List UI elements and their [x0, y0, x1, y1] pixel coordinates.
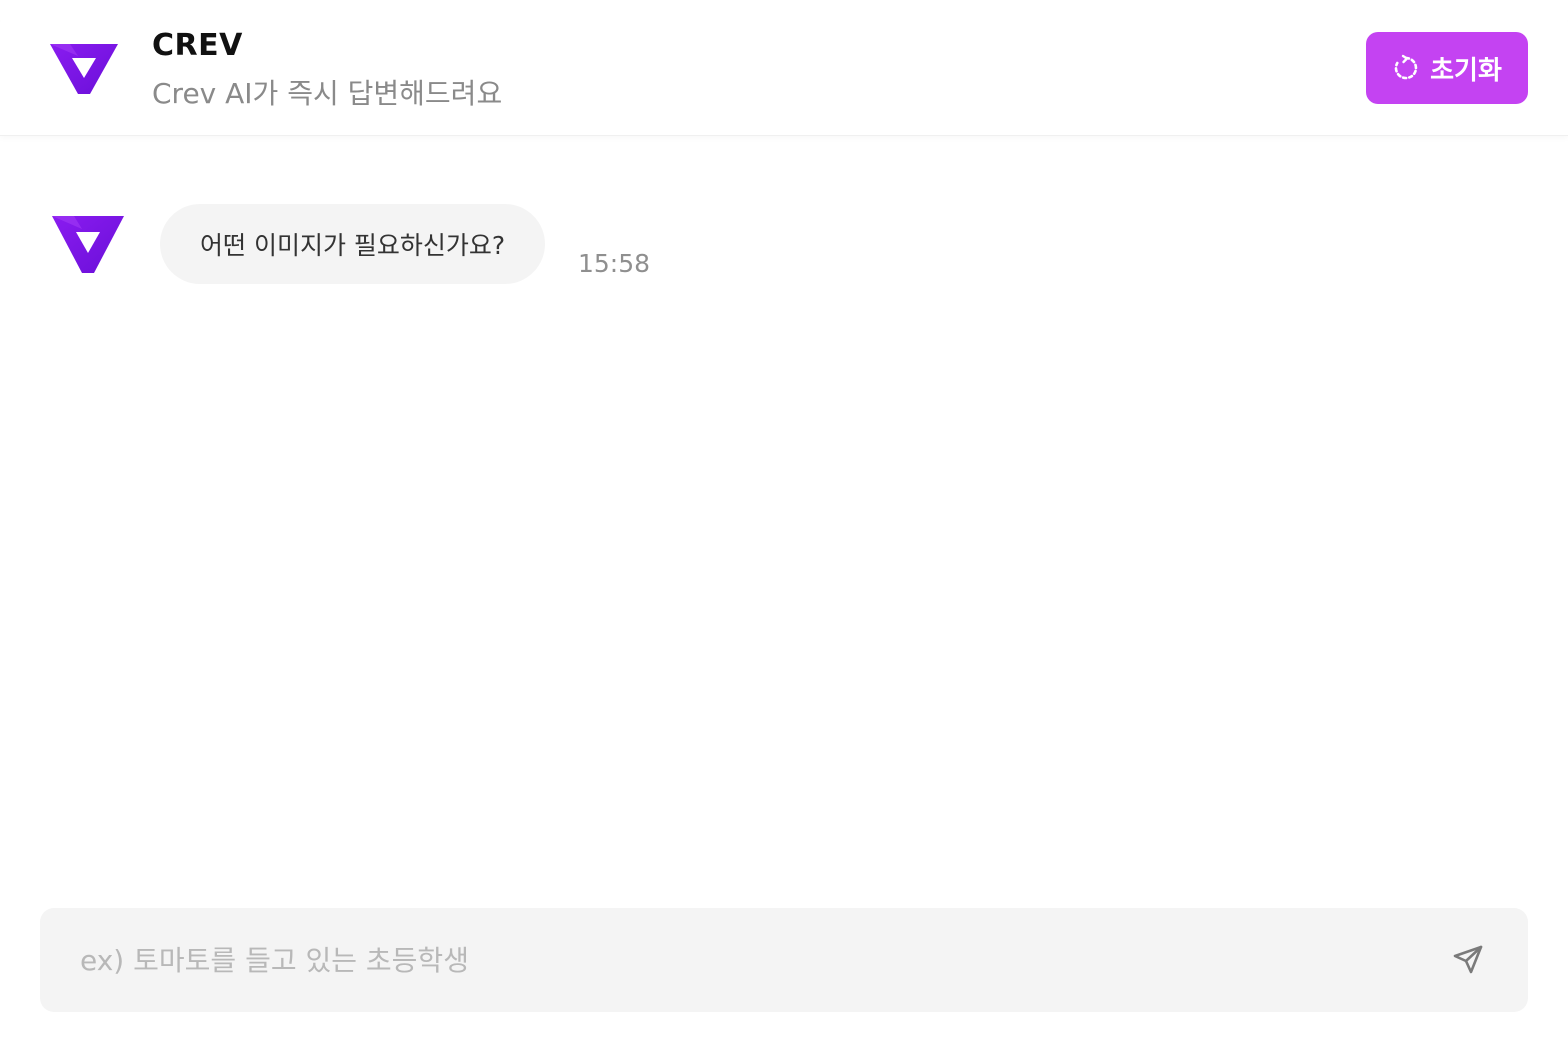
- composer: [40, 908, 1528, 1012]
- send-button[interactable]: [1448, 940, 1488, 980]
- app-title: CREV: [152, 28, 243, 63]
- reset-button[interactable]: 초기화: [1366, 32, 1528, 104]
- message-list: 어떤 이미지가 필요하신가요? 15:58: [0, 137, 1568, 897]
- reset-button-label: 초기화: [1430, 55, 1502, 86]
- refresh-icon: [1394, 54, 1418, 80]
- app-subtitle: Crev AI가 즉시 답변해드려요: [152, 77, 503, 110]
- message-timestamp: 15:58: [578, 249, 651, 278]
- chat-window: CREV Crev AI가 즉시 답변해드려요 초기화 어떤 이미지가 필요하신…: [0, 0, 1568, 1052]
- bot-message-bubble: 어떤 이미지가 필요하신가요?: [160, 204, 546, 284]
- crev-logo-icon: [52, 216, 124, 273]
- chat-header: CREV Crev AI가 즉시 답변해드려요 초기화: [0, 0, 1568, 136]
- crev-logo-icon: [50, 44, 118, 94]
- send-icon: [1453, 945, 1483, 974]
- message-input[interactable]: [80, 908, 1420, 1012]
